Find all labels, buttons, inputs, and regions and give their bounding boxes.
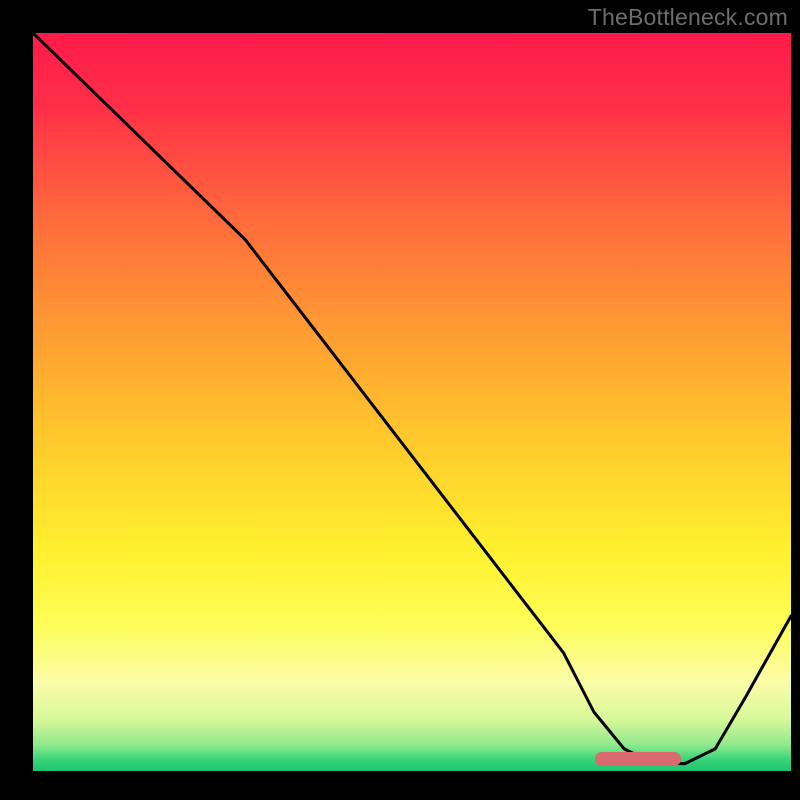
optimal-range-marker bbox=[595, 752, 681, 766]
attribution-label: TheBottleneck.com bbox=[588, 4, 788, 31]
chart-frame: TheBottleneck.com bbox=[0, 0, 800, 800]
plot-area bbox=[33, 33, 791, 771]
plot-svg bbox=[33, 33, 791, 771]
